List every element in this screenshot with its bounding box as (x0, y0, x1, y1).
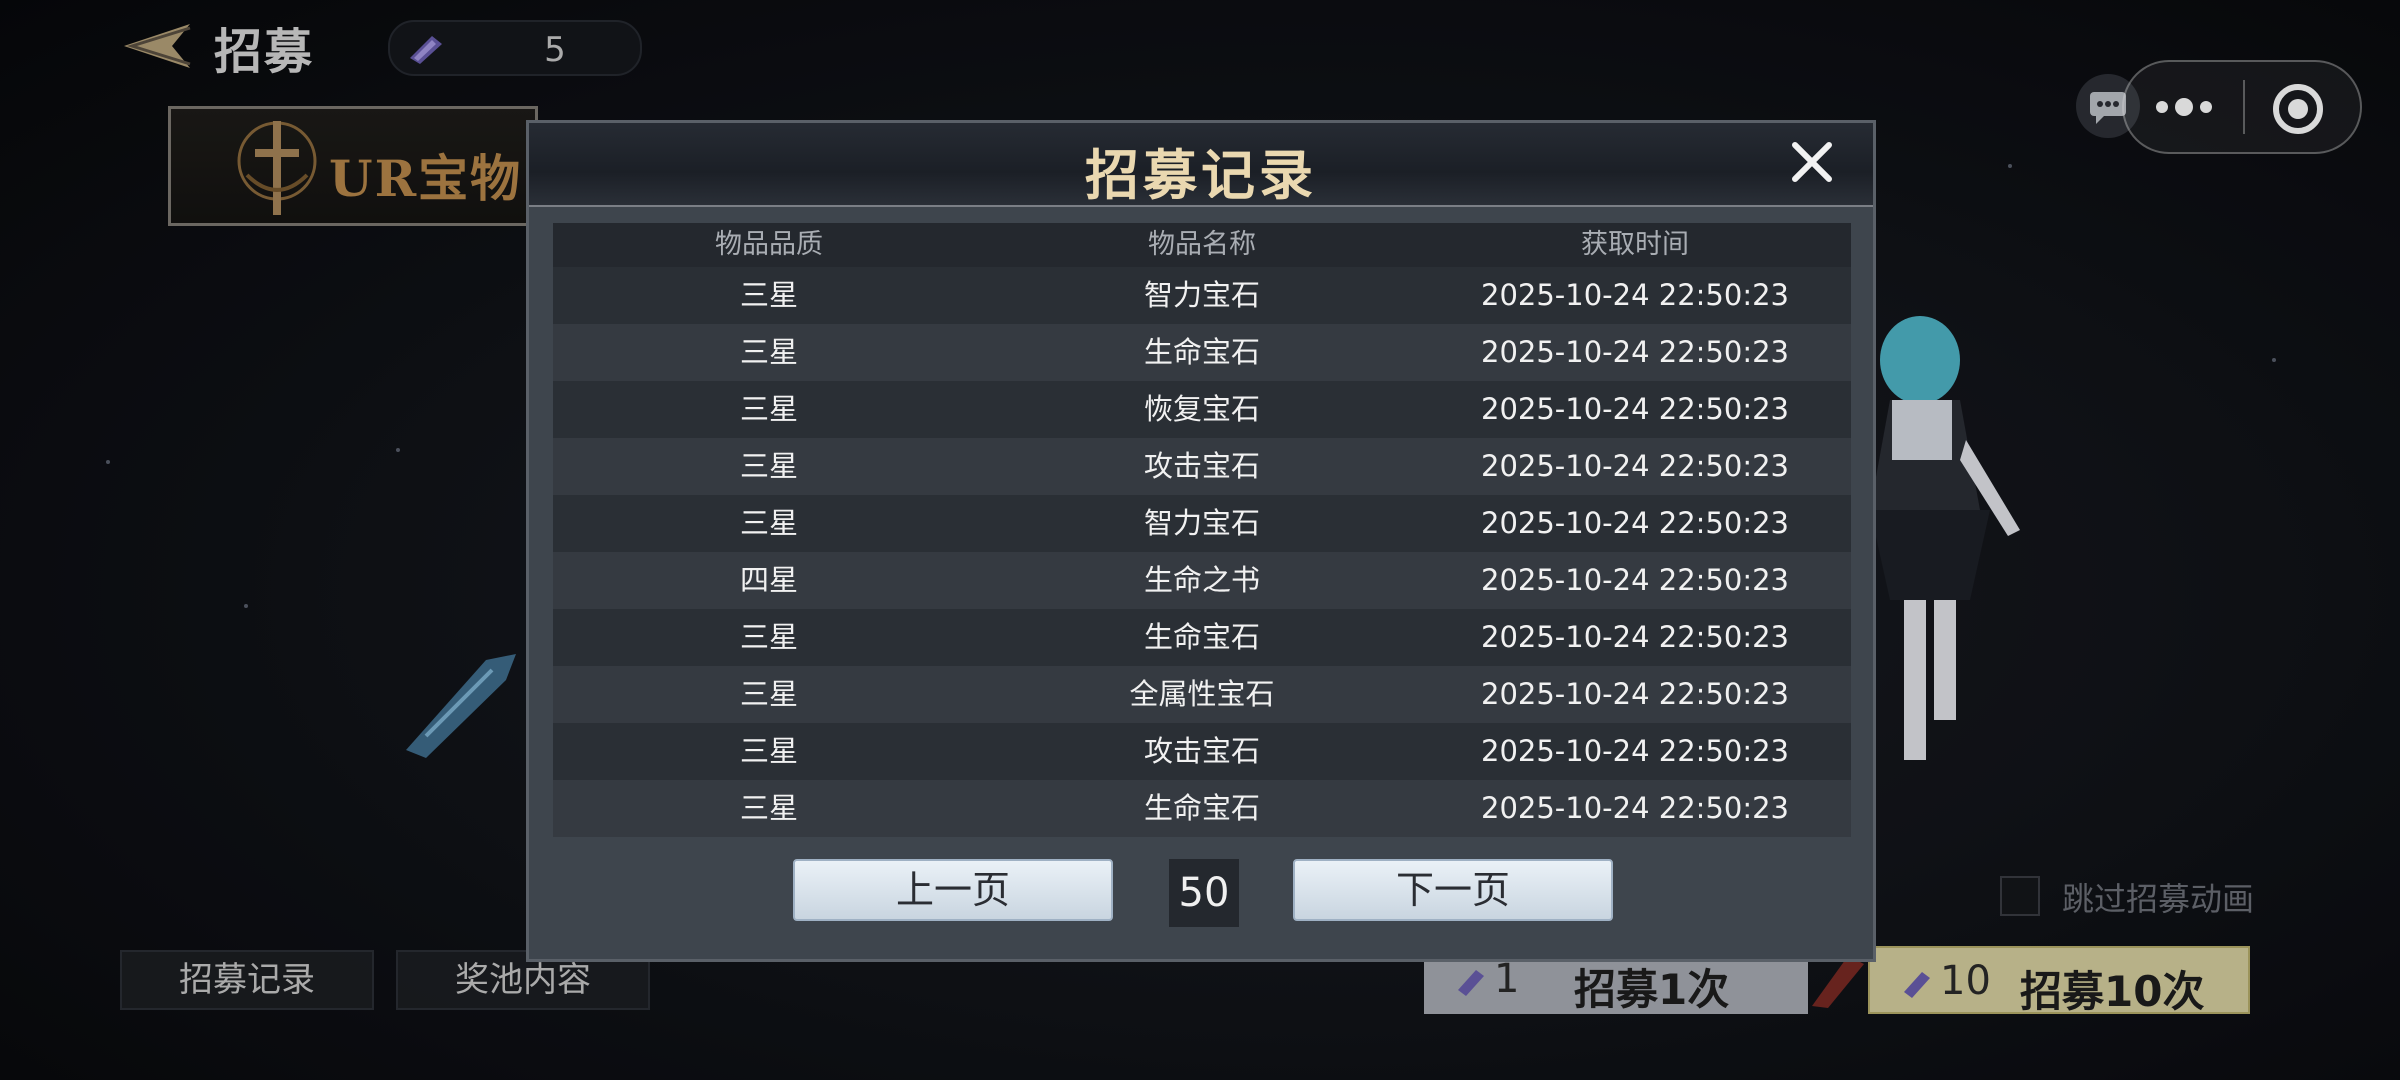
table-row: 三星 攻击宝石 2025-10-24 22:50:23 (553, 723, 1851, 780)
item-name: 智力宝石 (1143, 278, 1260, 312)
obtain-time: 2025-10-24 22:50:23 (1481, 620, 1789, 654)
table-row: 三星 生命宝石 2025-10-24 22:50:23 (553, 609, 1851, 666)
column-header-time: 获取时间 (1581, 229, 1689, 260)
record-table: 物品品质 物品名称 获取时间 三星 智力宝石 2025-10-24 22:50:… (553, 223, 1851, 837)
item-name: 攻击宝石 (1143, 734, 1260, 768)
item-name: 生命宝石 (1143, 620, 1260, 654)
table-row: 三星 智力宝石 2025-10-24 22:50:23 (553, 495, 1851, 552)
item-quality: 三星 (739, 392, 798, 426)
item-name: 生命宝石 (1143, 791, 1260, 825)
item-quality: 三星 (739, 506, 798, 540)
table-row: 四星 生命之书 2025-10-24 22:50:23 (553, 552, 1851, 609)
previous-page-button[interactable]: 上一页 (793, 859, 1113, 921)
item-quality: 三星 (739, 449, 798, 483)
table-header: 物品品质 物品名称 获取时间 (553, 223, 1851, 267)
dialog-header: 招募记录 (529, 123, 1873, 207)
obtain-time: 2025-10-24 22:50:23 (1481, 563, 1789, 597)
next-page-button[interactable]: 下一页 (1293, 859, 1613, 921)
item-name: 生命宝石 (1143, 335, 1260, 369)
item-name: 攻击宝石 (1143, 449, 1260, 483)
obtain-time: 2025-10-24 22:50:23 (1481, 506, 1789, 540)
obtain-time: 2025-10-24 22:50:23 (1481, 677, 1789, 711)
page-number: 50 (1169, 859, 1239, 927)
obtain-time: 2025-10-24 22:50:23 (1481, 449, 1789, 483)
item-name: 生命之书 (1143, 563, 1260, 597)
obtain-time: 2025-10-24 22:50:23 (1481, 392, 1789, 426)
item-name: 全属性宝石 (1129, 677, 1275, 711)
item-name: 恢复宝石 (1143, 392, 1260, 426)
item-quality: 三星 (739, 677, 798, 711)
item-quality: 三星 (739, 791, 798, 825)
obtain-time: 2025-10-24 22:50:23 (1481, 734, 1789, 768)
table-row: 三星 智力宝石 2025-10-24 22:50:23 (553, 267, 1851, 324)
item-quality: 三星 (739, 620, 798, 654)
close-button[interactable] (1787, 137, 1837, 187)
table-row: 三星 攻击宝石 2025-10-24 22:50:23 (553, 438, 1851, 495)
column-header-name: 物品名称 (1148, 229, 1256, 260)
item-quality: 四星 (739, 563, 798, 597)
table-row: 三星 生命宝石 2025-10-24 22:50:23 (553, 780, 1851, 837)
item-name: 智力宝石 (1143, 506, 1260, 540)
column-header-quality: 物品品质 (715, 229, 823, 260)
obtain-time: 2025-10-24 22:50:23 (1481, 791, 1789, 825)
item-quality: 三星 (739, 734, 798, 768)
table-row: 三星 生命宝石 2025-10-24 22:50:23 (553, 324, 1851, 381)
item-quality: 三星 (739, 335, 798, 369)
table-row: 三星 恢复宝石 2025-10-24 22:50:23 (553, 381, 1851, 438)
recruit-record-dialog: 招募记录 物品品质 物品名称 获取时间 三星 智力宝石 2025-10-24 2… (526, 120, 1876, 962)
close-icon (1792, 142, 1832, 182)
obtain-time: 2025-10-24 22:50:23 (1481, 335, 1789, 369)
table-row: 三星 全属性宝石 2025-10-24 22:50:23 (553, 666, 1851, 723)
obtain-time: 2025-10-24 22:50:23 (1481, 278, 1789, 312)
dialog-title: 招募记录 (1085, 144, 1317, 207)
item-quality: 三星 (739, 278, 798, 312)
